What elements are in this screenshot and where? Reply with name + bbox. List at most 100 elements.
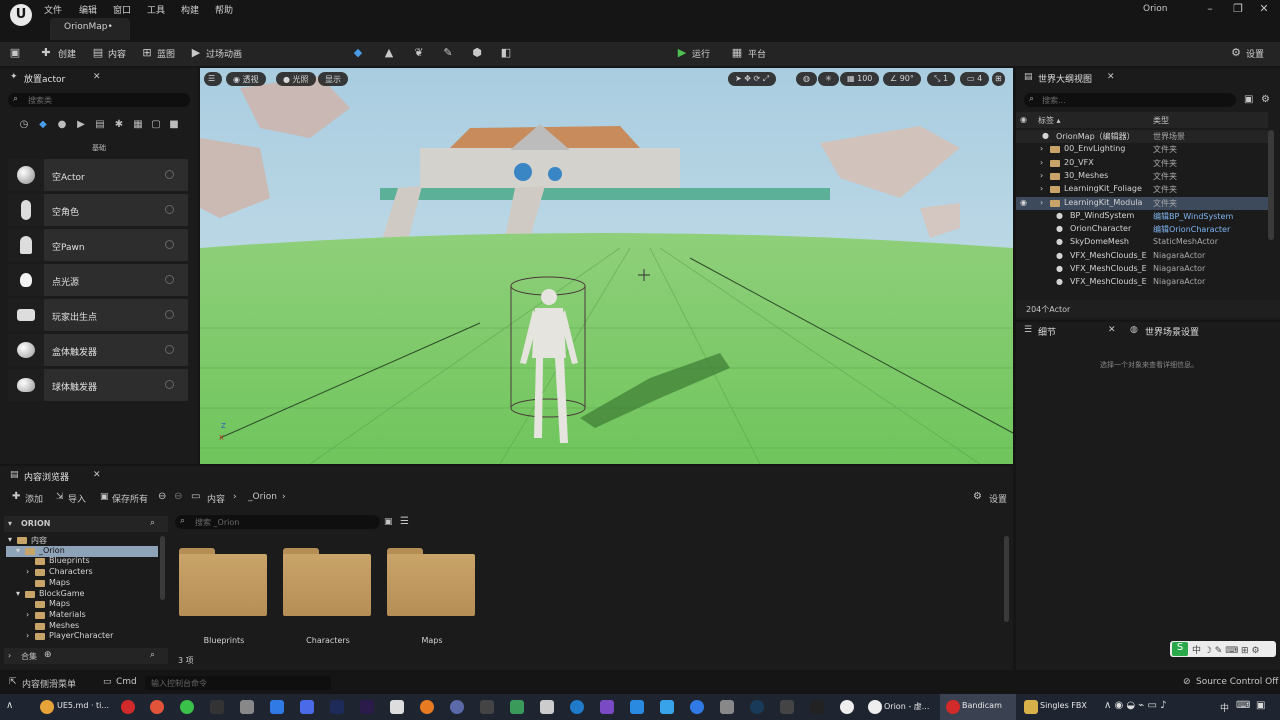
expand-arrow-icon[interactable]: › — [1040, 144, 1043, 153]
notification-icon[interactable]: ▣ — [1256, 700, 1265, 711]
tree-arrow-icon[interactable]: › — [26, 610, 29, 619]
tool-icon[interactable] — [390, 700, 404, 714]
steam-icon[interactable] — [750, 700, 764, 714]
content-settings-button[interactable]: 设置 — [989, 492, 1007, 505]
unreal-editor-icon[interactable] — [868, 700, 882, 714]
volumes-category-icon[interactable]: ▦ — [132, 119, 144, 131]
audition-icon[interactable] — [360, 700, 374, 714]
col-label-header[interactable]: 标签 ▴ — [1038, 115, 1061, 126]
expand-arrow-icon[interactable]: › — [1040, 158, 1043, 167]
asset-scrollbar[interactable] — [1004, 536, 1009, 622]
help-icon[interactable] — [165, 345, 174, 354]
close-tab-icon[interactable]: ✕ — [1108, 325, 1116, 335]
outliner-row-type[interactable]: 编辑OrionCharacter — [1153, 224, 1230, 235]
world-local-toggle-icon[interactable]: ◍ — [796, 72, 817, 86]
app-icon[interactable] — [510, 700, 524, 714]
actor-item-player-start[interactable]: 玩家出生点 — [8, 299, 188, 331]
outliner-row-type[interactable]: 编辑BP_WindSystem — [1153, 211, 1233, 222]
cmd-button[interactable]: Cmd — [116, 677, 137, 687]
app-icon[interactable] — [690, 700, 704, 714]
blender-icon[interactable] — [420, 700, 434, 714]
outliner-row[interactable]: › 30_Meshes 文件夹 — [1016, 170, 1268, 183]
outliner-tab[interactable]: 世界大纲视图 — [1038, 72, 1092, 85]
expand-arrow-icon[interactable]: › — [1040, 198, 1043, 207]
obs-icon[interactable] — [450, 700, 464, 714]
visual-studio-icon[interactable] — [600, 700, 614, 714]
classes-category-icon[interactable]: ▢ — [150, 119, 162, 131]
cinematics-button[interactable]: 过场动画 — [206, 47, 242, 60]
modeling-mode-icon[interactable]: ⬢ — [471, 47, 483, 59]
create-button[interactable]: 创建 — [58, 47, 76, 60]
search-icon[interactable]: ⌕ — [150, 518, 155, 528]
content-browser-tab[interactable]: 内容浏览器 — [24, 470, 69, 483]
vscode-icon[interactable] — [630, 700, 644, 714]
netease-music-icon[interactable] — [121, 700, 135, 714]
app-icon[interactable] — [540, 700, 554, 714]
geometry-category-icon[interactable]: ✱ — [113, 119, 125, 131]
foliage-mode-icon[interactable]: ❦ — [413, 47, 425, 59]
actor-item-empty-character[interactable]: 空角色 — [8, 194, 188, 226]
folder-blueprints[interactable] — [179, 548, 267, 616]
tree-root-header[interactable]: ▾ ORION ⌕ — [4, 516, 168, 532]
tree-folder-item[interactable]: › Materials — [6, 610, 158, 621]
outliner-row[interactable]: ● BP_WindSystem 编辑BP_WindSystem — [1016, 210, 1268, 223]
photoshop-icon[interactable] — [330, 700, 344, 714]
epic-games-icon[interactable] — [810, 700, 824, 714]
map-tab[interactable]: OrionMap• — [50, 18, 130, 40]
app-icon[interactable] — [300, 700, 314, 714]
platform-button[interactable]: 平台 — [748, 47, 766, 60]
outliner-row[interactable]: ● VFX_MeshClouds_E NiagaraActor — [1016, 276, 1268, 289]
help-icon[interactable] — [165, 205, 174, 214]
chrome-icon[interactable] — [40, 700, 54, 714]
bandicam-task[interactable]: Bandicam — [940, 694, 1016, 720]
grid-snap-button[interactable]: ▦ 100 — [840, 72, 880, 86]
save-search-icon[interactable]: ▣ — [384, 517, 393, 527]
show-button[interactable]: 显示 — [318, 72, 348, 86]
settings-button[interactable]: 设置 — [1246, 47, 1264, 60]
forward-arrow-icon[interactable]: ⊖ — [174, 491, 182, 502]
rotation-snap-button[interactable]: ∠ 90° — [883, 72, 921, 86]
unreal-task-label[interactable]: Orion - 虚... — [884, 701, 929, 712]
settings-gear-icon[interactable]: ⚙ — [1261, 94, 1270, 105]
search-icon[interactable]: ⌕ — [150, 650, 155, 660]
recent-icon[interactable]: ◷ — [18, 119, 30, 131]
expand-arrow-icon[interactable]: › — [1040, 171, 1043, 180]
app-icon[interactable] — [480, 700, 494, 714]
minimize-button[interactable]: – — [1200, 2, 1220, 15]
folder-icon[interactable] — [1024, 700, 1038, 714]
lights-category-icon[interactable]: ● — [56, 119, 68, 131]
tree-arrow-icon[interactable]: ▾ — [8, 535, 12, 544]
tree-folder-item[interactable]: ▾ _Orion — [6, 545, 158, 557]
close-tab-icon[interactable]: ✕ — [93, 470, 101, 480]
chrome-task-label[interactable]: UE5.md · ti... — [57, 701, 109, 710]
outliner-row[interactable]: › 00_EnvLighting 文件夹 — [1016, 143, 1268, 156]
back-arrow-icon[interactable]: ⊖ — [158, 491, 166, 502]
menu-build[interactable]: 构建 — [181, 3, 199, 16]
fracture-mode-icon[interactable]: ◧ — [500, 47, 512, 59]
menu-window[interactable]: 窗口 — [113, 3, 131, 16]
live-icon[interactable] — [210, 700, 224, 714]
tree-arrow-icon[interactable]: ▾ — [16, 546, 20, 555]
add-collection-icon[interactable]: ⊕ — [44, 650, 52, 660]
perspective-button[interactable]: ◉ 透视 — [226, 72, 266, 86]
menu-tools[interactable]: 工具 — [147, 3, 165, 16]
lighting-button[interactable]: ● 光照 — [276, 72, 316, 86]
details-tab[interactable]: 细节 — [1038, 325, 1056, 338]
tree-folder-item[interactable]: › Characters — [6, 567, 158, 578]
visual-effects-category-icon[interactable]: ▤ — [94, 119, 106, 131]
outliner-search[interactable]: ⌕ 搜索... — [1024, 93, 1236, 107]
shapes-category-icon[interactable]: ■ — [168, 119, 180, 131]
cinematic-category-icon[interactable]: ▶ — [75, 119, 87, 131]
outliner-row[interactable]: › 20_VFX 文件夹 — [1016, 157, 1268, 170]
unreal-icon[interactable] — [840, 700, 854, 714]
path-root[interactable]: 内容 — [207, 492, 225, 505]
close-button[interactable]: ✕ — [1254, 2, 1274, 15]
actor-item-point-light[interactable]: 点光源 — [8, 264, 188, 296]
terminal-icon[interactable] — [780, 700, 794, 714]
level-viewport[interactable]: ☰ ◉ 透视 ● 光照 显示 ➤ ✥ ⟳ ⤢ ◍ ✳ ▦ 100 ∠ 90° ⤡… — [200, 68, 1013, 464]
keyboard-icon[interactable]: ⌨ — [1236, 700, 1250, 711]
content-button[interactable]: 内容 — [108, 47, 126, 60]
console-input[interactable]: 输入控制台命令 — [145, 676, 331, 690]
expand-arrow-icon[interactable]: › — [1040, 184, 1043, 193]
world-settings-tab[interactable]: 世界场景设置 — [1145, 325, 1199, 338]
